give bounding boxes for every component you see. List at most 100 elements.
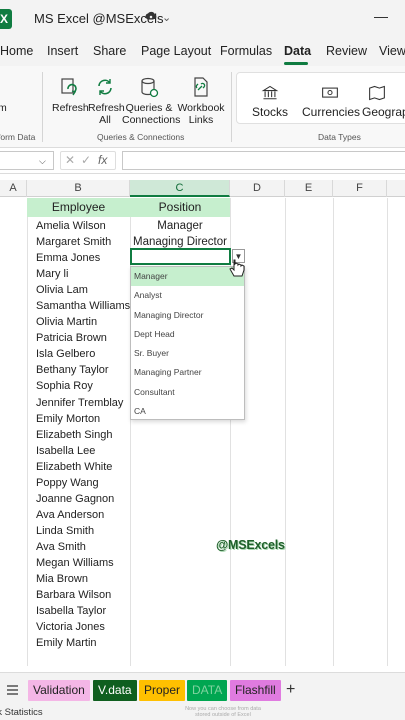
chevron-down-icon[interactable]: ⌄ bbox=[162, 11, 171, 24]
employee-cell[interactable]: Isabella Lee bbox=[36, 443, 130, 459]
column-header-f[interactable]: F bbox=[333, 180, 387, 197]
queries-label-1: Queries & bbox=[125, 102, 173, 114]
tab-insert[interactable]: Insert bbox=[47, 44, 78, 58]
employee-cell[interactable]: Ava Smith bbox=[36, 539, 130, 555]
sheets-menu-icon[interactable] bbox=[7, 685, 18, 695]
dropdown-option[interactable]: Managing Partner bbox=[131, 363, 244, 382]
formula-bar: ⌵ ✕ ✓ fx bbox=[0, 148, 405, 174]
employee-cell[interactable]: Barbara Wilson bbox=[36, 587, 130, 603]
cancel-icon[interactable]: ✕ bbox=[65, 153, 75, 167]
position-cell[interactable]: Manager bbox=[130, 218, 230, 234]
ribbon-separator bbox=[231, 72, 232, 142]
sheet-tab-validation[interactable]: Validation bbox=[28, 680, 90, 701]
column-header-e[interactable]: E bbox=[285, 180, 333, 197]
spreadsheet-grid[interactable]: Employee Position Amelia Wilson Margaret… bbox=[0, 198, 405, 666]
dropdown-option[interactable]: Managing Director bbox=[131, 306, 244, 325]
column-header-d[interactable]: D bbox=[230, 180, 285, 197]
dropdown-option[interactable]: Dept Head bbox=[131, 325, 244, 344]
ribbon: m form Data Refresh Refresh All Queries … bbox=[0, 66, 405, 148]
column-header-b[interactable]: B bbox=[27, 180, 130, 197]
add-sheet-button[interactable]: + bbox=[286, 681, 295, 699]
currency-icon bbox=[322, 87, 338, 98]
sheet-tab-vdata[interactable]: V.data bbox=[93, 680, 137, 701]
employee-cell[interactable]: Amelia Wilson bbox=[36, 218, 130, 234]
check-icon[interactable]: ✓ bbox=[81, 153, 91, 167]
validation-dropdown-list: Manager Analyst Managing Director Dept H… bbox=[130, 266, 245, 420]
tab-view[interactable]: View bbox=[379, 44, 405, 58]
grid-line bbox=[333, 198, 334, 666]
formula-input[interactable] bbox=[122, 151, 405, 170]
employee-cell[interactable]: Isabella Taylor bbox=[36, 603, 130, 619]
employee-cell[interactable]: Victoria Jones bbox=[36, 619, 130, 635]
active-cell-c4[interactable] bbox=[130, 248, 231, 265]
employee-cell[interactable]: Emily Martin bbox=[36, 635, 130, 651]
workbook-links-button[interactable]: Workbook Links bbox=[176, 76, 226, 126]
employee-cell[interactable]: Sophia Roy bbox=[36, 378, 130, 394]
tab-data[interactable]: Data bbox=[284, 44, 311, 58]
employee-cell[interactable]: Isla Gelbero bbox=[36, 346, 130, 362]
column-header-c[interactable]: C bbox=[130, 180, 230, 197]
employee-cell[interactable]: Patricia Brown bbox=[36, 330, 130, 346]
column-header-a[interactable]: A bbox=[0, 180, 27, 197]
employee-cell[interactable]: Linda Smith bbox=[36, 523, 130, 539]
bank-icon bbox=[261, 85, 279, 100]
tab-review[interactable]: Review bbox=[326, 44, 367, 58]
name-box[interactable]: ⌵ bbox=[0, 151, 54, 170]
employee-cell[interactable]: Margaret Smith bbox=[36, 234, 130, 250]
geography-label: Geograph bbox=[362, 105, 405, 119]
geography-button[interactable]: Geograph bbox=[362, 84, 405, 119]
sheet-tabs-bar: Validation V.data Proper DATA Flashfill … bbox=[0, 672, 405, 706]
stocks-button[interactable]: Stocks bbox=[250, 84, 290, 119]
employee-cell[interactable]: Megan Williams bbox=[36, 555, 130, 571]
tab-share[interactable]: Share bbox=[93, 44, 126, 58]
tab-formulas[interactable]: Formulas bbox=[220, 44, 272, 58]
group-label-data-types: Data Types bbox=[318, 132, 361, 142]
queries-connections-button[interactable]: Queries & Connections bbox=[122, 76, 180, 126]
employee-cell[interactable]: Jennifer Tremblay bbox=[36, 395, 130, 411]
title-bar: X MS Excel @MSExcels ⌄ bbox=[0, 0, 405, 36]
grid-line bbox=[27, 198, 28, 666]
employee-cell[interactable]: Emily Morton bbox=[36, 411, 130, 427]
employee-cell[interactable]: Olivia Lam bbox=[36, 282, 130, 298]
sheet-tab-proper[interactable]: Proper bbox=[139, 680, 186, 701]
dropdown-option[interactable]: Analyst bbox=[131, 286, 244, 305]
dropdown-option[interactable]: CA bbox=[131, 402, 244, 421]
currencies-button[interactable]: Currencies bbox=[302, 84, 360, 119]
employee-cell[interactable]: Elizabeth White bbox=[36, 459, 130, 475]
sheet-tab-flashfill[interactable]: Flashfill bbox=[230, 680, 281, 701]
watermark-text: @MSExcels bbox=[216, 538, 285, 552]
employee-cell[interactable]: Bethany Taylor bbox=[36, 362, 130, 378]
employee-cell[interactable]: Olivia Martin bbox=[36, 314, 130, 330]
refresh-all-button[interactable]: Refresh All bbox=[88, 76, 125, 126]
transform-data-label[interactable]: m bbox=[0, 102, 7, 114]
minimize-icon[interactable] bbox=[374, 17, 388, 18]
refresh-all-label-2: All bbox=[99, 114, 111, 126]
employee-cell[interactable]: Emma Jones bbox=[36, 250, 130, 266]
hand-cursor-icon bbox=[229, 259, 245, 277]
active-tab-indicator bbox=[284, 62, 308, 65]
dropdown-option[interactable]: Sr. Buyer bbox=[131, 344, 244, 363]
employee-cell[interactable]: Joanne Gagnon bbox=[36, 491, 130, 507]
group-label-queries: Queries & Connections bbox=[97, 132, 185, 142]
employee-cell[interactable]: Samantha Williams bbox=[36, 298, 130, 314]
sync-cloud-icon bbox=[145, 11, 157, 19]
employee-cell[interactable]: Ava Anderson bbox=[36, 507, 130, 523]
stocks-label: Stocks bbox=[251, 105, 288, 119]
employee-cell[interactable]: Mary li bbox=[36, 266, 130, 282]
refresh-button[interactable]: Refresh bbox=[52, 76, 89, 114]
grid-line bbox=[387, 198, 388, 666]
employee-cell[interactable]: Mia Brown bbox=[36, 571, 130, 587]
sheet-tab-data[interactable]: DATA bbox=[187, 680, 228, 701]
employee-cell[interactable]: Poppy Wang bbox=[36, 475, 130, 491]
position-header-cell[interactable]: Position bbox=[130, 198, 230, 217]
chevron-down-icon[interactable]: ⌵ bbox=[39, 156, 46, 167]
function-icon[interactable]: fx bbox=[98, 153, 107, 167]
tab-home[interactable]: Home bbox=[0, 44, 33, 58]
employee-header-cell[interactable]: Employee bbox=[27, 198, 130, 217]
workbook-statistics[interactable]: ok Statistics bbox=[0, 706, 43, 720]
dropdown-option[interactable]: Consultant bbox=[131, 383, 244, 402]
employee-cell[interactable]: Elizabeth Singh bbox=[36, 427, 130, 443]
status-hint-text: Now you can choose from data stored outs… bbox=[185, 706, 261, 718]
queries-label-2: Connections bbox=[122, 114, 181, 126]
tab-page-layout[interactable]: Page Layout bbox=[141, 44, 211, 58]
